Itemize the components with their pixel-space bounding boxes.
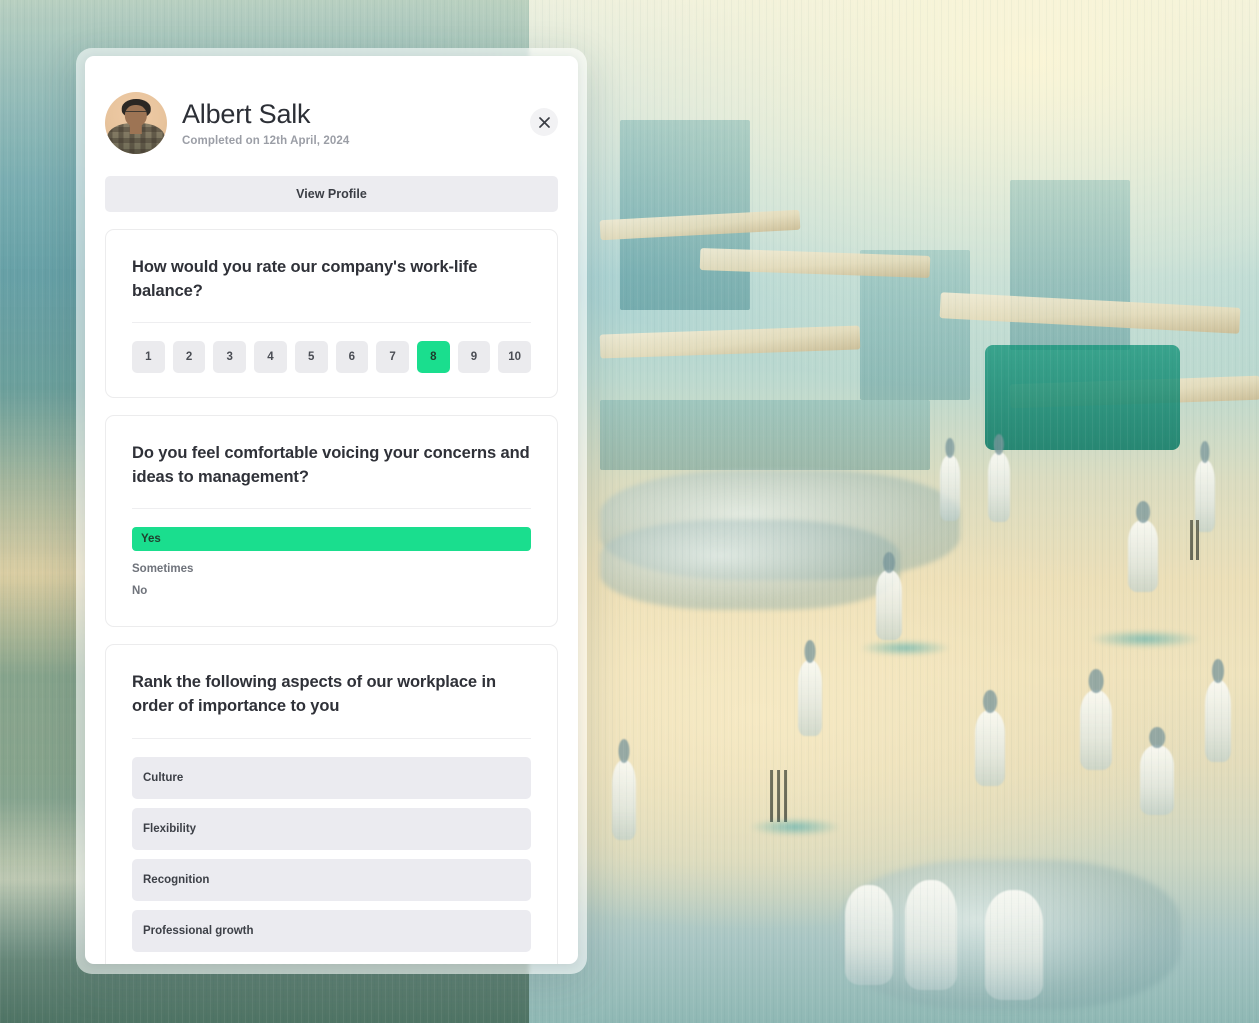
rating-option-10[interactable]: 10	[498, 341, 532, 374]
choice-list: Yes Sometimes No	[132, 527, 531, 602]
rating-option-8[interactable]: 8	[416, 341, 450, 374]
rank-item-recognition[interactable]: Recognition	[132, 858, 531, 901]
rating-option-1[interactable]: 1	[132, 341, 165, 374]
question-title: How would you rate our company's work-li…	[132, 258, 478, 300]
question-card-choice: Do you feel comfortable voicing your con…	[105, 415, 558, 628]
rank-item-flexibility[interactable]: Flexibility	[132, 807, 531, 850]
question-title: Rank the following aspects of our workpl…	[132, 673, 496, 715]
rating-option-6[interactable]: 6	[335, 341, 369, 374]
choice-option-sometimes[interactable]: Sometimes	[132, 558, 531, 580]
profile-text: Albert Salk Completed on 12th April, 202…	[182, 99, 558, 147]
avatar	[105, 92, 167, 154]
question-card-rank: Rank the following aspects of our workpl…	[105, 644, 558, 964]
choice-option-yes[interactable]: Yes	[132, 527, 531, 552]
rating-option-5[interactable]: 5	[294, 341, 328, 374]
rating-option-9[interactable]: 9	[457, 341, 491, 374]
survey-response-modal: Albert Salk Completed on 12th April, 202…	[85, 56, 578, 964]
modal-scroll-area[interactable]: Albert Salk Completed on 12th April, 202…	[85, 56, 578, 964]
profile-header: Albert Salk Completed on 12th April, 202…	[105, 56, 558, 154]
view-profile-button[interactable]: View Profile	[105, 176, 558, 212]
glasses-icon	[124, 111, 148, 116]
rating-option-7[interactable]: 7	[376, 341, 409, 374]
question-card-rating: How would you rate our company's work-li…	[105, 229, 558, 399]
rating-option-2[interactable]: 2	[172, 341, 206, 374]
close-icon	[538, 116, 550, 128]
question-title: Do you feel comfortable voicing your con…	[132, 444, 530, 486]
rating-option-3[interactable]: 3	[213, 341, 247, 374]
screen: Albert Salk Completed on 12th April, 202…	[0, 0, 1259, 1023]
close-button[interactable]	[530, 108, 558, 136]
page-title: Albert Salk	[182, 98, 311, 129]
divider	[132, 322, 531, 324]
divider	[132, 737, 531, 739]
completion-date: Completed on 12th April, 2024	[182, 135, 350, 148]
rank-list: Culture Flexibility Recognition Professi…	[132, 756, 531, 952]
rating-scale: 1 2 3 4 5 6 7 8 9 10	[132, 341, 532, 374]
rank-item-culture[interactable]: Culture	[132, 756, 531, 799]
divider	[132, 508, 531, 510]
choice-option-no[interactable]: No	[132, 580, 531, 602]
rating-option-4[interactable]: 4	[254, 341, 287, 374]
rank-item-professional-growth[interactable]: Professional growth	[132, 909, 531, 952]
